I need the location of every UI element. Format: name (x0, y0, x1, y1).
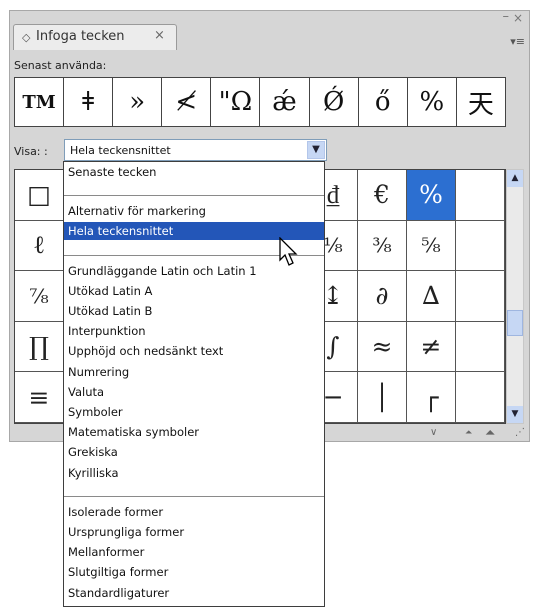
dropdown-item[interactable]: Slutgiltiga former (64, 563, 324, 581)
zoom-out-icon[interactable]: ⏶ (465, 428, 472, 438)
dropdown-item[interactable]: Valuta (64, 383, 324, 401)
glyph-cell[interactable]: ≈ (358, 321, 407, 373)
recent-glyph-cell[interactable]: "Ω (211, 78, 261, 126)
dropdown-item[interactable]: Mellanformer (64, 543, 324, 561)
show-select-value: Hela teckensnittet (70, 144, 171, 157)
recent-glyph-cell[interactable]: Ǿ (310, 78, 359, 126)
recent-glyph-cell[interactable]: % (408, 78, 457, 126)
scroll-down-icon[interactable]: ▼ (507, 406, 523, 423)
glyph-cell[interactable]: ≡ (15, 372, 64, 423)
resize-grip-icon[interactable]: ⋰ (515, 427, 525, 438)
glyph-cell[interactable]: % (407, 170, 456, 221)
diamond-icon: ◇ (22, 31, 31, 44)
glyph-cell[interactable]: ⁷⁄₈ (15, 271, 64, 322)
dropdown-item[interactable]: Matematiska symboler (64, 423, 324, 441)
glyph-cell[interactable]: ∆ (407, 271, 456, 322)
glyph-cell[interactable] (456, 271, 505, 322)
dropdown-item[interactable]: Numrering (64, 363, 324, 381)
glyph-cell[interactable] (456, 372, 505, 423)
glyph-cell[interactable]: ⁵⁄₈ (407, 220, 456, 272)
panel-menu-icon[interactable]: ▾≡ (510, 35, 525, 48)
font-style-chevron-icon[interactable]: ∨ (430, 427, 437, 438)
glyph-cell[interactable]: □ (15, 170, 64, 221)
dropdown-item[interactable]: Alternativ för markering (64, 202, 324, 220)
dropdown-item[interactable]: Interpunktion (64, 322, 324, 340)
tab-infoga-tecken[interactable]: ◇ Infoga tecken × (13, 24, 177, 50)
recent-glyph-cell[interactable]: 天 (457, 78, 505, 126)
tab-title: Infoga tecken (36, 29, 125, 44)
glyph-cell[interactable]: ≠ (407, 321, 456, 373)
show-select[interactable]: Hela teckensnittet ▼ (64, 139, 327, 161)
minimize-icon[interactable]: – (503, 9, 510, 24)
close-icon[interactable]: × (513, 11, 523, 25)
tab-close-icon[interactable]: × (154, 28, 165, 43)
glyph-cell[interactable]: ³⁄₈ (358, 220, 407, 272)
recent-glyphs-row: TM ǂ» ≮ "Ω ǽ Ǿő% 天 (14, 77, 506, 127)
chevron-down-icon[interactable]: ▼ (307, 141, 325, 159)
glyph-cell[interactable]: │ (358, 372, 407, 423)
glyph-cell[interactable] (456, 170, 505, 221)
recent-glyph-cell[interactable]: » (113, 78, 163, 126)
dropdown-item[interactable]: Upphöjd och nedsänkt text (64, 342, 324, 360)
glyph-cell[interactable]: € (358, 170, 407, 221)
dropdown-separator (64, 195, 324, 197)
dropdown-item[interactable]: Symboler (64, 403, 324, 421)
bottom-bar: ∨ ⏶ ⏶ ⋰ (320, 425, 530, 442)
dropdown-separator (64, 495, 324, 497)
recent-glyph-cell[interactable]: ≮ (162, 78, 212, 126)
glyph-cell[interactable] (456, 220, 505, 272)
dropdown-item[interactable]: Standardligaturer (64, 584, 324, 602)
recent-glyph-cell[interactable]: ǽ (260, 78, 310, 126)
dropdown-item[interactable]: Utökad Latin A (64, 282, 324, 300)
scroll-up-icon[interactable]: ▲ (507, 170, 523, 187)
dropdown-item[interactable]: Ursprungliga former (64, 523, 324, 541)
visa-label: Visa: : (14, 145, 48, 158)
dropdown-item[interactable]: Senaste tecken (64, 163, 324, 181)
vertical-scrollbar[interactable]: ▲ ▼ (506, 169, 524, 424)
scroll-thumb[interactable] (507, 310, 523, 336)
recent-glyph-cell[interactable]: ǂ (64, 78, 114, 126)
dropdown-item[interactable]: Kyrilliska (64, 464, 324, 482)
mouse-cursor-icon (279, 237, 298, 266)
recent-glyph-cell[interactable]: ő (359, 78, 408, 126)
glyph-cell[interactable]: ∏ (15, 321, 64, 373)
glyph-cell[interactable]: ∂ (358, 271, 407, 322)
recent-glyph-cell[interactable]: TM (15, 78, 65, 126)
dropdown-item[interactable]: Utökad Latin B (64, 302, 324, 320)
recent-label: Senast använda: (14, 59, 107, 72)
zoom-in-icon[interactable]: ⏶ (485, 426, 495, 441)
dropdown-item[interactable]: Grekiska (64, 443, 324, 461)
glyph-cell[interactable]: ┌ (407, 372, 456, 423)
glyph-cell[interactable]: ℓ (15, 220, 64, 272)
dropdown-item[interactable]: Isolerade former (64, 503, 324, 521)
glyph-cell[interactable] (456, 321, 505, 373)
show-dropdown-list: Senaste tecken Alternativ för markering He… (63, 161, 325, 607)
